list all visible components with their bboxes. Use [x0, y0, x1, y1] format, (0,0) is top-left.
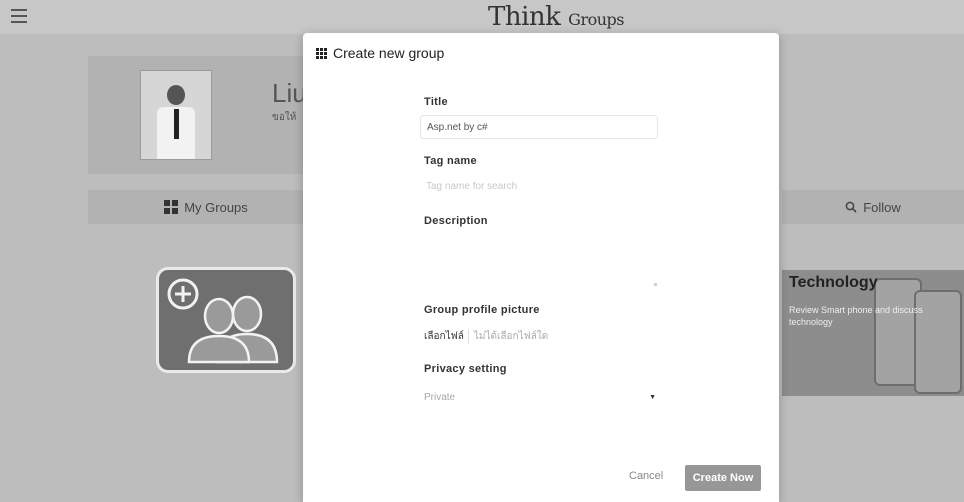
cancel-button[interactable]: Cancel: [629, 470, 663, 482]
group-picture-label: Group profile picture: [424, 304, 540, 316]
search-icon: [845, 201, 857, 213]
tab-follow-label: Follow: [863, 199, 901, 215]
add-group-card[interactable]: [156, 267, 296, 373]
grid-icon: [164, 200, 179, 214]
brand-logo: Think Groups: [488, 2, 624, 32]
group-card-technology[interactable]: Technology Review Smart phone and discus…: [782, 270, 964, 396]
profile-subtitle: ขอให้: [272, 112, 297, 123]
tag-name-label: Tag name: [424, 155, 477, 167]
tab-my-groups-label: My Groups: [184, 199, 248, 215]
modal-title: Create new group: [333, 45, 445, 61]
tab-follow[interactable]: Follow: [782, 190, 964, 224]
avatar: [140, 70, 212, 160]
profile-name: Liu: [272, 78, 307, 108]
file-status: ไม่ได้เลือกไฟล์ใด: [473, 331, 549, 342]
brand-main: Think: [488, 2, 561, 32]
hamburger-menu-icon[interactable]: [11, 9, 27, 23]
description-textarea[interactable]: [420, 238, 664, 294]
file-input[interactable]: เลือกไฟล์ ไม่ได้เลือกไฟล์ใด: [420, 329, 548, 344]
privacy-select-value: Private: [424, 391, 456, 403]
brand-sub: Groups: [568, 10, 624, 29]
group-title: Technology: [789, 274, 878, 291]
description-label: Description: [424, 215, 488, 227]
top-bar: Think Groups: [0, 0, 964, 34]
tab-my-groups[interactable]: My Groups: [88, 190, 324, 224]
create-now-button[interactable]: Create Now: [685, 465, 761, 491]
group-description: Review Smart phone and discuss technolog…: [789, 305, 923, 327]
tag-name-input[interactable]: [420, 174, 658, 198]
apps-grid-icon: [316, 47, 327, 59]
caret-down-icon: ▼: [649, 393, 656, 401]
modal-header: Create new group: [316, 45, 444, 61]
choose-file-button[interactable]: เลือกไฟล์: [420, 329, 469, 344]
title-input[interactable]: [420, 115, 658, 139]
add-group-icon: [167, 278, 279, 364]
privacy-setting-label: Privacy setting: [424, 363, 507, 375]
create-group-modal: Create new group Title Tag name Descript…: [303, 33, 779, 502]
privacy-select[interactable]: Private ▼: [420, 387, 660, 407]
resize-handle[interactable]: [654, 283, 657, 286]
title-label: Title: [424, 96, 448, 108]
